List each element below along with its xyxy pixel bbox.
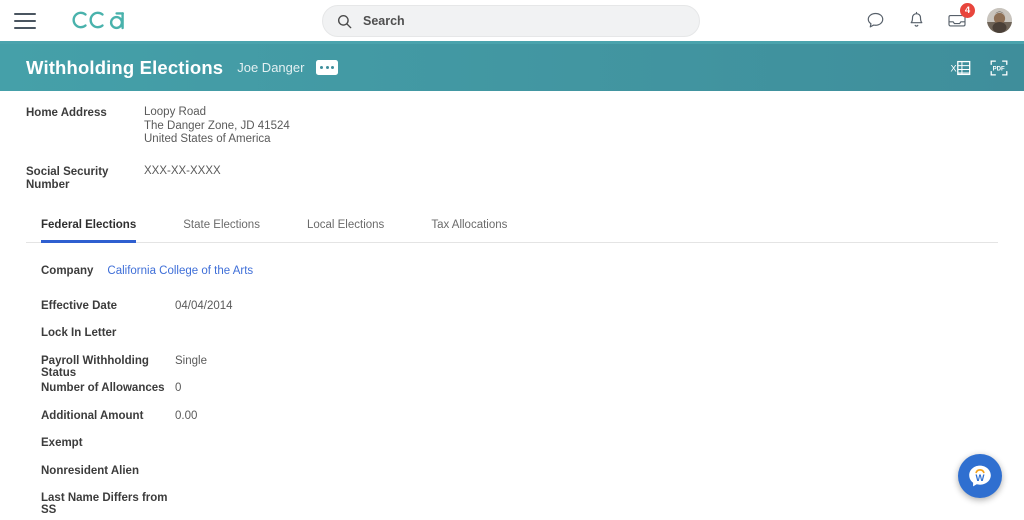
related-actions-icon[interactable] (316, 60, 339, 75)
info-value-group: Loopy Road The Danger Zone, JD 41524 Uni… (144, 106, 290, 147)
topbar-icon-group: 4 (864, 0, 1012, 41)
info-value: XXX-XX-XXXX (144, 164, 221, 177)
address-line: Loopy Road (144, 106, 207, 118)
search-icon (337, 14, 352, 28)
export-pdf-label: PDF (993, 66, 1005, 72)
detail-row-payroll-withholding-status: Payroll Withholding Status Single (41, 355, 998, 383)
hamburger-menu-icon[interactable] (14, 12, 36, 29)
detail-label: Lock In Letter (41, 327, 117, 339)
detail-label: Exempt (41, 437, 83, 449)
avatar-photo (987, 8, 1012, 33)
detail-row-lock-in-letter: Lock In Letter (41, 327, 998, 355)
assistant-bubble-icon: W (969, 465, 991, 487)
search-bar[interactable] (322, 5, 700, 37)
assistant-letter: W (976, 473, 985, 484)
address-line: United States of America (144, 133, 271, 145)
employee-info-block: Home Address Loopy Road The Danger Zone,… (26, 91, 998, 193)
info-row-ssn: Social Security Number XXX-XX-XXXX (26, 165, 998, 193)
tab-state-elections[interactable]: State Elections (183, 219, 260, 243)
detail-value: 0.00 (175, 409, 198, 422)
search-input[interactable] (361, 13, 665, 29)
detail-value: 0 (175, 382, 182, 394)
company-row: Company California College of the Arts (41, 265, 998, 277)
tab-federal-elections[interactable]: Federal Elections (41, 219, 137, 243)
detail-row-additional-amount: Additional Amount 0.00 (41, 410, 998, 438)
avatar[interactable] (987, 8, 1012, 33)
company-label: Company (41, 264, 94, 277)
global-topbar: CCa (0, 0, 1024, 41)
address-line: The Danger Zone, JD 41524 (144, 119, 290, 132)
info-label: Home Address (26, 107, 107, 119)
app-window: CCa (0, 0, 1024, 520)
assistant-fab-button[interactable]: W (958, 454, 1002, 498)
detail-row-nonresident-alien: Nonresident Alien (41, 465, 998, 493)
detail-label: Last Name Differs from SS (41, 492, 168, 516)
tab-tax-allocations[interactable]: Tax Allocations (431, 219, 507, 243)
tab-bar: Federal Elections State Elections Local … (26, 219, 998, 243)
detail-label: Payroll Withholding Status (41, 354, 149, 379)
bell-icon[interactable] (905, 10, 927, 32)
detail-label: Nonresident Alien (41, 464, 139, 477)
detail-value: 04/04/2014 (175, 299, 233, 312)
page-header: Withholding Elections Joe Danger X PDF (0, 44, 1024, 91)
detail-row-number-of-allowances: Number of Allowances 0 (41, 382, 998, 410)
company-link[interactable]: California College of the Arts (107, 265, 253, 277)
inbox-badge-count: 4 (960, 2, 975, 18)
detail-value: Single (175, 354, 207, 367)
detail-row-last-name-differs-from-ss: Last Name Differs from SS (41, 492, 998, 520)
detail-row-exempt: Exempt (41, 437, 998, 465)
info-row-home-address: Home Address Loopy Road The Danger Zone,… (26, 106, 998, 147)
bell-glyph (910, 11, 922, 27)
inbox-tray-icon[interactable]: 4 (946, 2, 975, 32)
export-pdf-icon[interactable]: PDF (988, 57, 1010, 79)
tab-local-elections[interactable]: Local Elections (307, 219, 384, 243)
page-title: Withholding Elections (26, 56, 224, 78)
export-excel-icon[interactable]: X (950, 57, 972, 79)
detail-label: Number of Allowances (41, 382, 165, 394)
header-tool-group: X PDF (950, 57, 1010, 79)
page-content: Home Address Loopy Road The Danger Zone,… (0, 91, 1024, 520)
page-subject: Joe Danger (237, 60, 305, 75)
federal-elections-detail: Company California College of the Arts E… (26, 265, 998, 520)
detail-row-effective-date: Effective Date 04/04/2014 (41, 300, 998, 328)
chat-bubble-glyph (867, 12, 883, 28)
detail-label: Additional Amount (41, 409, 144, 422)
svg-text:X: X (950, 63, 956, 73)
brand-logo-icon (72, 11, 124, 29)
info-label: Social Security Number (26, 165, 109, 192)
brand-logo[interactable]: CCa (71, 9, 133, 33)
chat-bubble-icon[interactable] (864, 10, 886, 32)
detail-label: Effective Date (41, 299, 118, 312)
